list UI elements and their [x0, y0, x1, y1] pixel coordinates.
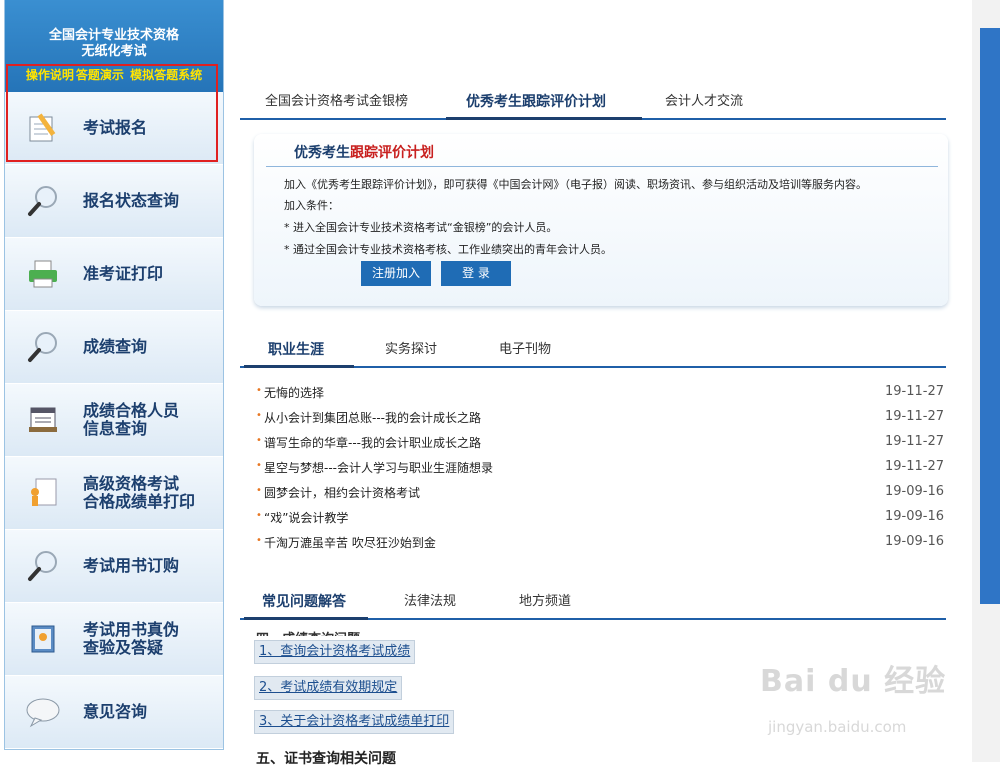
panel-title: 优秀考生跟踪评价计划 — [294, 145, 434, 161]
document-list-icon — [25, 402, 61, 438]
left-sidebar: 全国会计专业技术资格 无纸化考试 操作说明 答题演示 模拟答题系统 考试报名 报名… — [4, 0, 224, 750]
sidebar-quick-links: 操作说明 答题演示 模拟答题系统 — [5, 66, 223, 83]
list-item: • 星空与梦想---会计人学习与职业生涯随想录 19-11-27 — [256, 459, 946, 484]
sidebar-item-exam-registration[interactable]: 考试报名 — [5, 92, 223, 165]
bullet-icon: • — [256, 510, 262, 521]
bullet-icon: • — [256, 460, 262, 471]
book-verify-icon — [25, 621, 61, 657]
right-toolbar — [980, 28, 1000, 604]
sidebar-item-label: 考试用书真伪 查验及答疑 — [83, 620, 180, 657]
candidate-plan-panel: 优秀考生跟踪评价计划 加入《优秀考生跟踪评价计划》，即可获得《中国会计网》（电子… — [254, 134, 948, 306]
panel-intro: 加入《优秀考生跟踪评价计划》，即可获得《中国会计网》（电子报）阅读、职场资讯、参… — [284, 178, 867, 191]
tab-faq[interactable]: 常见问题解答 — [262, 588, 346, 616]
tab-career[interactable]: 职业生涯 — [268, 336, 324, 364]
user-document-icon — [25, 475, 61, 511]
tab-laws[interactable]: 法律法规 — [404, 588, 456, 616]
sidebar-item-label: 意见咨询 — [83, 702, 148, 721]
article-date: 19-11-27 — [884, 409, 944, 424]
sidebar-item-label: 成绩合格人员 信息查询 — [83, 401, 180, 438]
article-link[interactable]: 星空与梦想---会计人学习与职业生涯随想录 — [264, 459, 493, 476]
sidebar-item-qualified-personnel-info[interactable]: 成绩合格人员 信息查询 — [5, 384, 223, 457]
sidebar-item-admission-ticket-print[interactable]: 准考证打印 — [5, 238, 223, 311]
bottom-tab-bar: 常见问题解答 法律法规 地方频道 — [240, 588, 946, 620]
link-answer-demo[interactable]: 答题演示 — [76, 68, 124, 82]
article-link[interactable]: 无悔的选择 — [264, 384, 324, 401]
article-link[interactable]: 谱写生命的华章---我的会计职业成长之路 — [264, 434, 481, 451]
list-item: • 从小会计到集团总账---我的会计成长之路 19-11-27 — [256, 409, 946, 434]
middle-tab-bar: 职业生涯 实务探讨 电子刊物 — [240, 336, 946, 368]
magnifier-icon — [25, 183, 61, 219]
chat-bubble-icon — [25, 694, 61, 730]
list-item: • 谱写生命的华章---我的会计职业成长之路 19-11-27 — [256, 434, 946, 459]
tab-active-indicator — [244, 617, 368, 620]
article-date: 19-11-27 — [884, 459, 944, 474]
sidebar-item-label: 高级资格考试 合格成绩单打印 — [83, 474, 196, 511]
tab-talent-exchange[interactable]: 会计人才交流 — [665, 88, 743, 116]
baidu-watermark-logo: Bai du 经验 — [760, 664, 947, 699]
article-link[interactable]: “戏”说会计教学 — [264, 509, 348, 526]
faq-section-heading: 五、证书查询相关问题 — [256, 751, 396, 767]
sidebar-item-registration-status[interactable]: 报名状态查询 — [5, 165, 223, 238]
article-date: 19-09-16 — [884, 534, 944, 549]
list-item: • “戏”说会计教学 19-09-16 — [256, 509, 946, 534]
tab-active-indicator — [244, 365, 354, 368]
sidebar-item-label: 报名状态查询 — [83, 191, 180, 210]
sidebar-item-score-query[interactable]: 成绩查询 — [5, 311, 223, 384]
link-operation-guide[interactable]: 操作说明 — [26, 68, 74, 82]
article-link[interactable]: 千淘万漉虽辛苦 吹尽狂沙始到金 — [264, 534, 436, 551]
bullet-icon: • — [256, 535, 262, 546]
faq-link-1[interactable]: 1、查询会计资格考试成绩 — [254, 640, 416, 664]
bullet-icon: • — [256, 410, 262, 421]
faq-link-3[interactable]: 3、关于会计资格考试成绩单打印 — [254, 710, 455, 734]
faq-heading-cut: 四、成绩查询问题 — [256, 628, 360, 636]
pencil-notepad-icon — [25, 110, 61, 146]
tab-practice[interactable]: 实务探讨 — [385, 336, 437, 364]
magnifier-icon — [25, 548, 61, 584]
login-button[interactable]: 登 录 — [441, 261, 511, 286]
article-link[interactable]: 从小会计到集团总账---我的会计成长之路 — [264, 409, 481, 426]
article-list: • 无悔的选择 19-11-27 • 从小会计到集团总账---我的会计成长之路 19-1… — [256, 384, 946, 559]
list-item: • 无悔的选择 19-11-27 — [256, 384, 946, 409]
bullet-icon: • — [256, 385, 262, 396]
sidebar-item-book-verification[interactable]: 考试用书真伪 查验及答疑 — [5, 603, 223, 676]
register-button[interactable]: 注册加入 — [361, 261, 431, 286]
article-date: 19-11-27 — [884, 384, 944, 399]
panel-divider — [266, 166, 938, 167]
baidu-watermark-url: jingyan.baidu.com — [768, 718, 907, 736]
sidebar-item-label: 准考证打印 — [83, 264, 164, 283]
tab-active-indicator — [446, 117, 642, 120]
article-link[interactable]: 圆梦会计，相约会计资格考试 — [264, 484, 420, 501]
tab-excellent-candidate-plan[interactable]: 优秀考生跟踪评价计划 — [466, 88, 606, 116]
tab-local-channel[interactable]: 地方频道 — [519, 588, 571, 616]
sidebar-item-senior-score-print[interactable]: 高级资格考试 合格成绩单打印 — [5, 457, 223, 530]
link-mock-exam-system[interactable]: 模拟答题系统 — [130, 68, 202, 82]
sidebar-item-label: 成绩查询 — [83, 337, 148, 356]
sidebar-header: 全国会计专业技术资格 无纸化考试 操作说明 答题演示 模拟答题系统 — [5, 0, 223, 92]
faq-link-2[interactable]: 2、考试成绩有效期规定 — [254, 676, 403, 700]
article-date: 19-11-27 — [884, 434, 944, 449]
list-item: • 圆梦会计，相约会计资格考试 19-09-16 — [256, 484, 946, 509]
panel-condition-label: 加入条件： — [284, 199, 339, 212]
list-item: • 千淘万漉虽辛苦 吹尽狂沙始到金 19-09-16 — [256, 534, 946, 559]
article-date: 19-09-16 — [884, 509, 944, 524]
panel-condition-2: * 通过全国会计专业技术资格考核、工作业绩突出的青年会计人员。 — [284, 243, 612, 256]
tab-e-journal[interactable]: 电子刊物 — [499, 336, 551, 364]
magnifier-icon — [25, 329, 61, 365]
sidebar-item-feedback[interactable]: 意见咨询 — [5, 676, 223, 749]
sidebar-item-book-order[interactable]: 考试用书订购 — [5, 530, 223, 603]
bullet-icon: • — [256, 435, 262, 446]
panel-condition-1: * 进入全国会计专业技术资格考试“金银榜”的会计人员。 — [284, 221, 558, 234]
bullet-icon: • — [256, 485, 262, 496]
sidebar-item-label: 考试报名 — [83, 118, 148, 137]
top-tab-bar: 全国会计资格考试金银榜 优秀考生跟踪评价计划 会计人才交流 — [240, 88, 946, 120]
tab-gold-silver-list[interactable]: 全国会计资格考试金银榜 — [265, 88, 408, 116]
sidebar-title: 全国会计专业技术资格 无纸化考试 — [48, 28, 179, 59]
sidebar-item-label: 考试用书订购 — [83, 556, 180, 575]
printer-icon — [25, 256, 61, 292]
article-date: 19-09-16 — [884, 484, 944, 499]
